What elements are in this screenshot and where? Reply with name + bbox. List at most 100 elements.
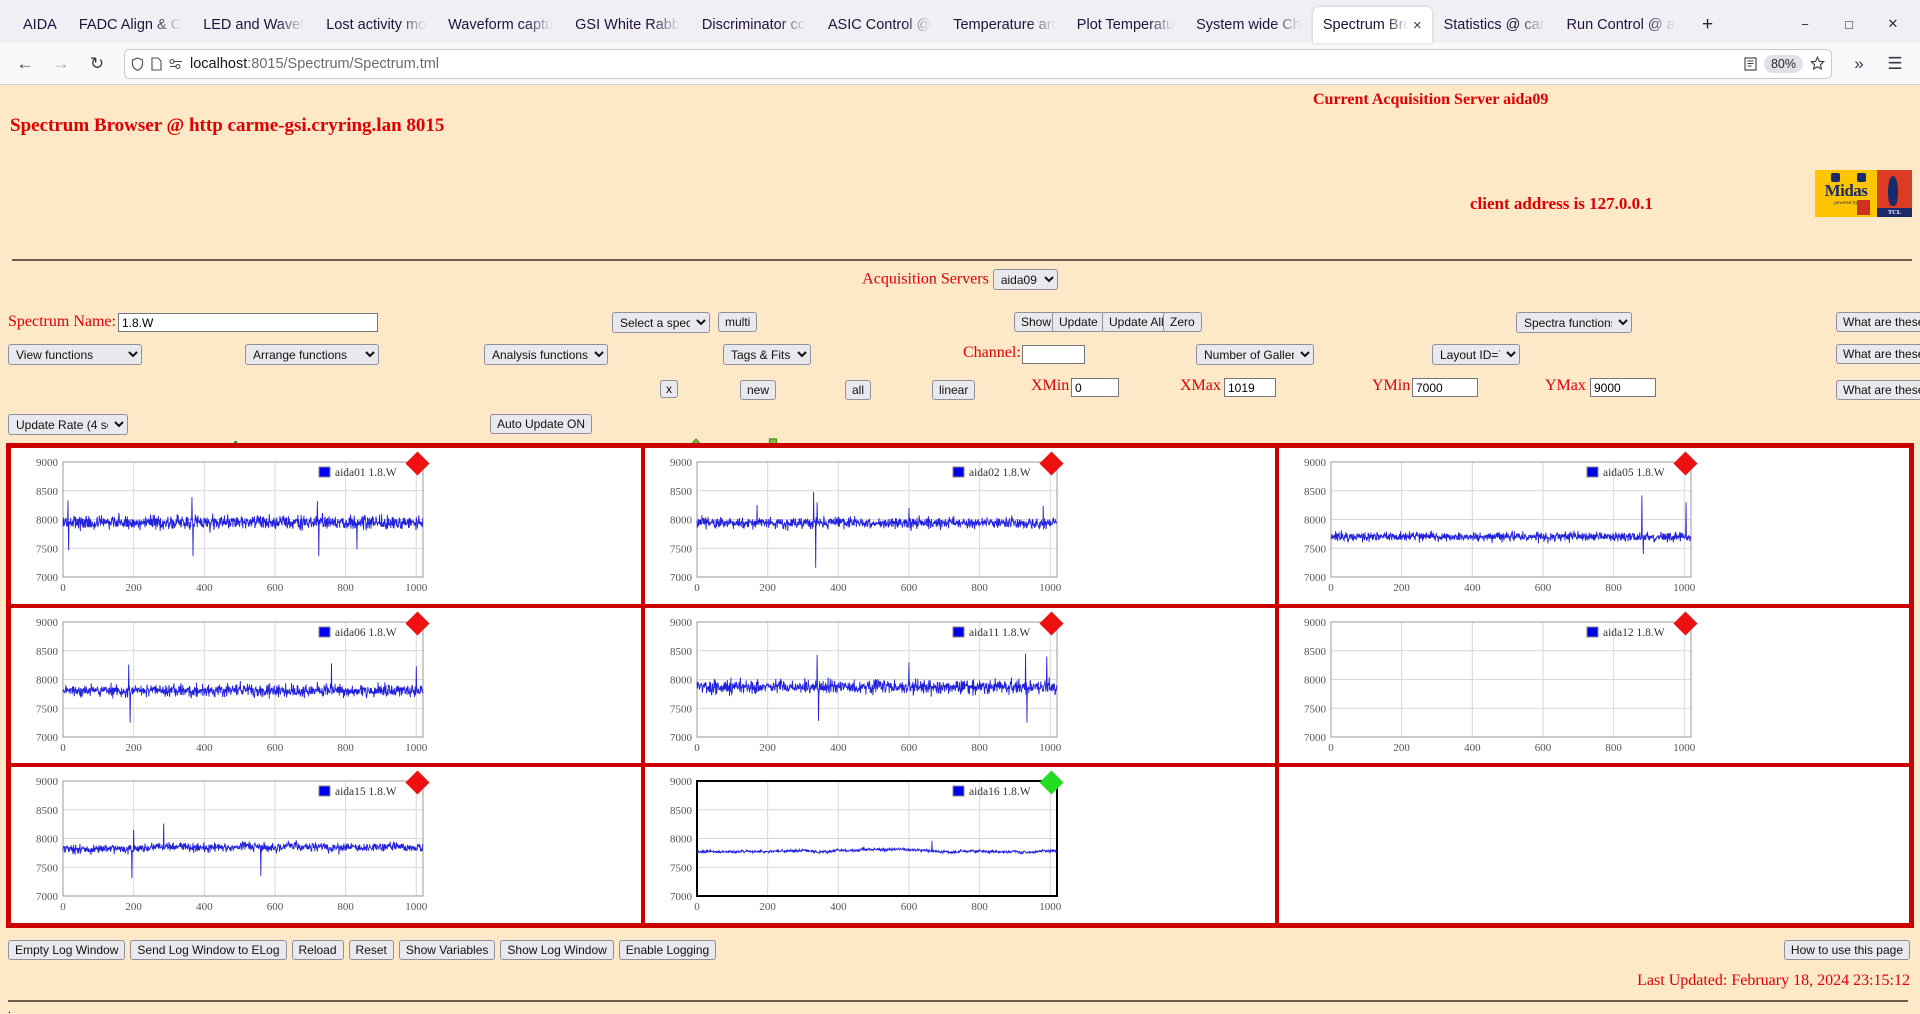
footer-button[interactable]: Reset [348, 940, 394, 960]
linear-button[interactable]: linear [932, 380, 976, 400]
update-all-button[interactable]: Update All [1102, 312, 1171, 332]
browser-tab[interactable]: GSI White Rabb [565, 7, 690, 43]
footer-button[interactable]: Send Log Window to ELog [130, 940, 287, 960]
xmin-input[interactable] [1071, 378, 1119, 397]
spectrum-plot[interactable]: 7000 7500 8000 8500 9000 0 200 400 600 800 1000 aid… [11, 448, 641, 604]
header-divider [12, 259, 1912, 261]
arrange-functions-dropdown[interactable]: Arrange functions [245, 344, 379, 365]
footer-button[interactable]: Enable Logging [618, 940, 717, 960]
overflow-menu-icon[interactable]: » [1842, 47, 1876, 81]
analysis-functions-dropdown[interactable]: Analysis functions [484, 344, 608, 365]
gallery-cell[interactable]: 7000 7500 8000 8500 9000 0 200 400 600 800 1000 aid… [9, 605, 643, 766]
channel-input[interactable] [1022, 345, 1085, 364]
gallery-cell[interactable]: 7000 7500 8000 8500 9000 0 200 400 600 800 1000 aid… [1277, 605, 1911, 766]
gallery-cell[interactable]: 7000 7500 8000 8500 9000 0 200 400 600 800 1000 aid… [9, 446, 643, 606]
svg-text:600: 600 [267, 582, 284, 594]
address-bar[interactable]: localhost:8015/Spectrum/Spectrum.tml 80% [124, 48, 1832, 79]
footer-button[interactable]: Show Log Window [500, 940, 614, 960]
footer-button[interactable]: Reload [291, 940, 344, 960]
reader-mode-icon[interactable] [1744, 56, 1757, 71]
zoom-level-indicator[interactable]: 80% [1763, 54, 1803, 73]
gallery-cell[interactable]: 7000 7500 8000 8500 9000 0 200 400 600 800 1000 aid… [9, 765, 643, 925]
gallery-cell[interactable]: 7000 7500 8000 8500 9000 0 200 400 600 800 1000 aid… [643, 605, 1277, 766]
x-button[interactable]: x [660, 380, 678, 398]
spectra-functions-dropdown[interactable]: Spectra functions [1516, 312, 1632, 333]
acquisition-server-select[interactable]: aida09 [992, 269, 1058, 290]
forward-icon[interactable]: → [44, 47, 78, 81]
svg-text:8500: 8500 [670, 805, 693, 817]
ymin-label: YMin [1372, 377, 1411, 394]
update-button[interactable]: Update [1052, 312, 1105, 332]
gallery-cell[interactable]: 7000 7500 8000 8500 9000 0 200 400 600 800 1000 aid… [643, 446, 1277, 606]
number-of-galleries-dropdown[interactable]: Number of Galleries [1196, 344, 1314, 365]
auto-update-button[interactable]: Auto Update ON [490, 414, 593, 434]
xmax-label: XMax [1180, 377, 1221, 394]
svg-text:600: 600 [901, 582, 918, 594]
url-host: localhost [190, 55, 248, 72]
gallery-cell[interactable]: 7000 7500 8000 8500 9000 0 200 400 600 800 1000 aid… [1277, 446, 1911, 606]
tags-and-fits-dropdown[interactable]: Tags & Fits [723, 344, 811, 365]
star-icon[interactable] [1810, 56, 1825, 71]
what-are-these-button-1[interactable]: What are these? [1836, 312, 1920, 332]
browser-tab[interactable]: Statistics @ car [1434, 7, 1555, 43]
browser-tab-label: Run Control @ a [1566, 17, 1675, 33]
what-are-these-button-3[interactable]: What are these? [1836, 380, 1920, 400]
update-rate-dropdown[interactable]: Update Rate (4 secs) [8, 414, 128, 435]
browser-chrome: AIDA FADC Align & C LED and Wavef Lost acti… [0, 0, 1920, 85]
spectrum-plot[interactable]: 7000 7500 8000 8500 9000 0 200 400 600 800 1000 aid… [1279, 448, 1909, 604]
browser-tab[interactable]: Discriminator co [692, 7, 816, 43]
browser-tab[interactable]: Lost activity mo [316, 7, 436, 43]
browser-tab[interactable]: Temperature an [943, 7, 1065, 43]
what-are-these-button-2[interactable]: What are these? [1836, 344, 1920, 364]
svg-text:0: 0 [1328, 582, 1334, 594]
select-spectrum-dropdown[interactable]: Select a spectrum [612, 312, 710, 333]
spectrum-name-input[interactable] [118, 313, 378, 332]
browser-tab[interactable]: FADC Align & C [69, 7, 191, 43]
browser-tab-label: Statistics @ car [1443, 17, 1545, 33]
browser-tab[interactable]: LED and Wavef [193, 7, 314, 43]
spectrum-plot[interactable]: 7000 7500 8000 8500 9000 0 200 400 600 800 1000 aid… [11, 767, 641, 923]
page-info-icon[interactable] [151, 56, 162, 71]
close-icon[interactable]: × [1413, 18, 1422, 33]
xmax-input[interactable] [1224, 378, 1276, 397]
view-functions-dropdown[interactable]: View functions [8, 344, 142, 365]
window-maximize-button[interactable]: □ [1828, 7, 1870, 41]
spectrum-plot[interactable]: 7000 7500 8000 8500 9000 0 200 400 600 800 1000 aid… [645, 608, 1275, 764]
svg-text:8000: 8000 [670, 515, 693, 527]
midas-logo-icon: Midas powered by [1815, 170, 1877, 217]
layout-id-dropdown[interactable]: Layout ID=7 [1432, 344, 1520, 365]
gallery-cell-empty[interactable] [1277, 765, 1911, 925]
how-to-use-button[interactable]: How to use this page [1783, 940, 1910, 960]
reload-icon[interactable]: ↻ [80, 47, 114, 81]
svg-text:8500: 8500 [670, 486, 693, 498]
ymin-input[interactable] [1412, 378, 1478, 397]
footer-button-bar: Empty Log Window Send Log Window to ELog R… [8, 940, 717, 960]
new-tab-button[interactable]: + [1692, 9, 1724, 41]
app-menu-icon[interactable]: ☰ [1878, 47, 1912, 81]
back-icon[interactable]: ← [8, 47, 42, 81]
gallery-cell[interactable]: 7000 7500 8000 8500 9000 0 200 400 600 800 1000 aid… [643, 765, 1277, 925]
svg-text:200: 200 [759, 582, 776, 594]
spectrum-plot[interactable]: 7000 7500 8000 8500 9000 0 200 400 600 800 1000 aid… [1279, 608, 1909, 764]
all-button[interactable]: all [845, 380, 872, 400]
window-close-button[interactable]: ✕ [1872, 7, 1914, 41]
browser-tab[interactable]: Spectrum Bro × [1312, 7, 1432, 43]
ymax-input[interactable] [1590, 378, 1656, 397]
footer-button[interactable]: Empty Log Window [8, 940, 126, 960]
zero-button[interactable]: Zero [1163, 312, 1202, 332]
browser-tab[interactable]: Run Control @ a [1557, 7, 1685, 43]
browser-tab[interactable]: Waveform captu [438, 7, 563, 43]
multi-button[interactable]: multi [718, 312, 758, 332]
tracking-protection-icon[interactable] [169, 58, 183, 70]
spectrum-plot[interactable]: 7000 7500 8000 8500 9000 0 200 400 600 800 1000 aid… [11, 608, 641, 764]
window-minimize-button[interactable]: − [1784, 7, 1826, 41]
footer-button[interactable]: Show Variables [398, 940, 496, 960]
browser-tab[interactable]: ASIC Control @ [818, 7, 941, 43]
new-button[interactable]: new [740, 380, 777, 400]
spectrum-plot[interactable]: 7000 7500 8000 8500 9000 0 200 400 600 800 1000 aid… [645, 448, 1275, 604]
browser-tab[interactable]: Plot Temperatu [1067, 7, 1184, 43]
browser-tab[interactable]: System wide Ch [1186, 7, 1311, 43]
browser-tab[interactable]: AIDA [7, 7, 67, 43]
svg-text:9000: 9000 [670, 457, 693, 469]
spectrum-plot[interactable]: 7000 7500 8000 8500 9000 0 200 400 600 800 1000 aid… [645, 767, 1275, 923]
